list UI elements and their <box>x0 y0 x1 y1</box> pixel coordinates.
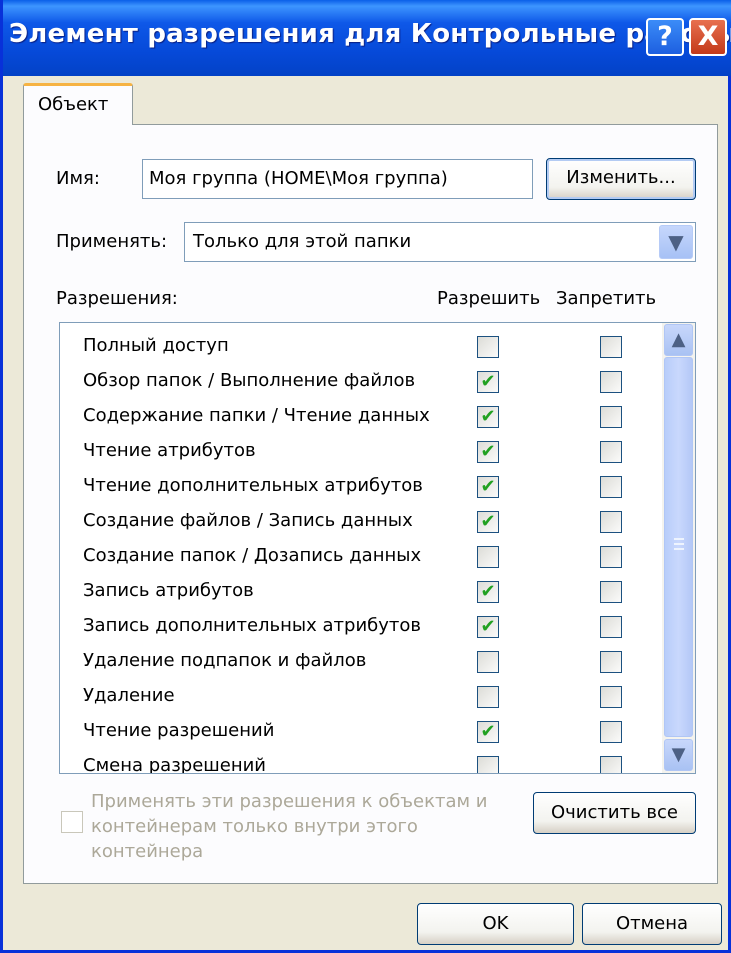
permission-name: Обзор папок / Выполнение файлов <box>83 370 416 391</box>
grip-line <box>674 543 684 545</box>
permission-name: Создание папок / Дозапись данных <box>83 545 422 566</box>
scroll-down-icon[interactable]: ▼ <box>664 739 693 771</box>
permission-row: Чтение дополнительных атрибутов ✔ <box>60 469 660 504</box>
allow-checkbox[interactable] <box>477 651 499 673</box>
permission-name: Запись дополнительных атрибутов <box>83 615 422 636</box>
scrollbar[interactable]: ▲ ▼ <box>662 323 695 773</box>
permission-name: Удаление подпапок и файлов <box>83 650 367 671</box>
allow-checkbox[interactable]: ✔ <box>477 721 499 743</box>
apply-dropdown[interactable]: Только для этой папки ▼ <box>184 222 696 262</box>
deny-checkbox[interactable] <box>600 546 622 568</box>
permission-name: Чтение атрибутов <box>83 440 256 461</box>
apply-inside-text: Применять эти разрешения к объектам и ко… <box>91 791 488 862</box>
permissions-list: Полный доступ Обзор папок / Выполнение фа… <box>59 322 696 774</box>
title-bar[interactable]: Элемент разрешения для Контрольные работ… <box>3 0 731 76</box>
cancel-button[interactable]: Отмена <box>582 903 722 945</box>
deny-checkbox[interactable] <box>600 616 622 638</box>
permission-name: Удаление <box>83 685 175 706</box>
change-button-label: Изменить... <box>566 167 676 188</box>
permission-row: Содержание папки / Чтение данных ✔ <box>60 399 660 434</box>
allow-checkbox[interactable]: ✔ <box>477 476 499 498</box>
deny-checkbox[interactable] <box>600 476 622 498</box>
grip-line <box>674 538 684 540</box>
permission-entry-dialog: Элемент разрешения для Контрольные работ… <box>0 0 731 953</box>
permission-name: Чтение разрешений <box>83 720 275 741</box>
allow-checkbox[interactable]: ✔ <box>477 581 499 603</box>
allow-checkbox[interactable] <box>477 336 499 358</box>
permission-row: Смена разрешений <box>60 749 660 774</box>
deny-checkbox[interactable] <box>600 441 622 463</box>
permission-row: Чтение разрешений ✔ <box>60 714 660 749</box>
permission-row: Создание файлов / Запись данных ✔ <box>60 504 660 539</box>
permission-row: Удаление подпапок и файлов <box>60 644 660 679</box>
clear-all-button[interactable]: Очистить все <box>533 792 696 834</box>
allow-column-header: Разрешить <box>437 288 541 309</box>
deny-checkbox[interactable] <box>600 721 622 743</box>
deny-checkbox[interactable] <box>600 336 622 358</box>
permission-name: Чтение дополнительных атрибутов <box>83 475 423 496</box>
tab-object[interactable]: Объект <box>23 83 133 125</box>
deny-checkbox[interactable] <box>600 371 622 393</box>
permission-row: Удаление <box>60 679 660 714</box>
deny-checkbox[interactable] <box>600 651 622 673</box>
cancel-button-label: Отмена <box>615 913 689 934</box>
change-button[interactable]: Изменить... <box>546 158 696 200</box>
tab-object-label: Объект <box>38 94 109 115</box>
deny-checkbox[interactable] <box>600 756 622 773</box>
apply-label: Применять: <box>56 231 168 252</box>
permission-row: Полный доступ <box>60 329 660 364</box>
grip-line <box>674 548 684 550</box>
allow-checkbox[interactable] <box>477 756 499 773</box>
allow-checkbox[interactable] <box>477 546 499 568</box>
apply-dropdown-value: Только для этой папки <box>193 231 412 252</box>
permission-row: Создание папок / Дозапись данных <box>60 539 660 574</box>
window-title: Элемент разрешения для Контрольные работ… <box>9 19 731 49</box>
apply-inside-checkbox[interactable] <box>61 811 83 833</box>
allow-checkbox[interactable]: ✔ <box>477 511 499 533</box>
permission-name: Полный доступ <box>83 335 229 356</box>
scrollbar-thumb[interactable] <box>664 357 693 737</box>
allow-checkbox[interactable]: ✔ <box>477 616 499 638</box>
permission-row: Запись атрибутов ✔ <box>60 574 660 609</box>
permissions-header: Разрешения: <box>56 288 178 309</box>
permission-name: Смена разрешений <box>83 755 266 774</box>
permission-name: Содержание папки / Чтение данных <box>83 405 430 426</box>
scroll-up-icon[interactable]: ▲ <box>664 324 693 356</box>
permission-row: Чтение атрибутов ✔ <box>60 434 660 469</box>
deny-checkbox[interactable] <box>600 686 622 708</box>
chevron-down-icon[interactable]: ▼ <box>659 225 693 259</box>
allow-checkbox[interactable]: ✔ <box>477 406 499 428</box>
clear-all-button-label: Очистить все <box>551 802 678 823</box>
help-button[interactable]: ? <box>646 18 684 56</box>
deny-checkbox[interactable] <box>600 581 622 603</box>
ok-button-label: OK <box>482 913 509 934</box>
close-button[interactable]: X <box>689 18 727 56</box>
permission-row: Обзор папок / Выполнение файлов ✔ <box>60 364 660 399</box>
name-label: Имя: <box>56 168 100 189</box>
allow-checkbox[interactable]: ✔ <box>477 371 499 393</box>
permission-name: Запись атрибутов <box>83 580 254 601</box>
allow-checkbox[interactable]: ✔ <box>477 441 499 463</box>
deny-column-header: Запретить <box>556 288 657 309</box>
name-field: Моя группа (HOME\Моя группа) <box>142 159 533 199</box>
permission-name: Создание файлов / Запись данных <box>83 510 413 531</box>
permission-row: Запись дополнительных атрибутов ✔ <box>60 609 660 644</box>
allow-checkbox[interactable] <box>477 686 499 708</box>
deny-checkbox[interactable] <box>600 406 622 428</box>
ok-button[interactable]: OK <box>417 903 574 945</box>
apply-inside-label: Применять эти разрешения к объектам и ко… <box>91 789 511 864</box>
deny-checkbox[interactable] <box>600 511 622 533</box>
